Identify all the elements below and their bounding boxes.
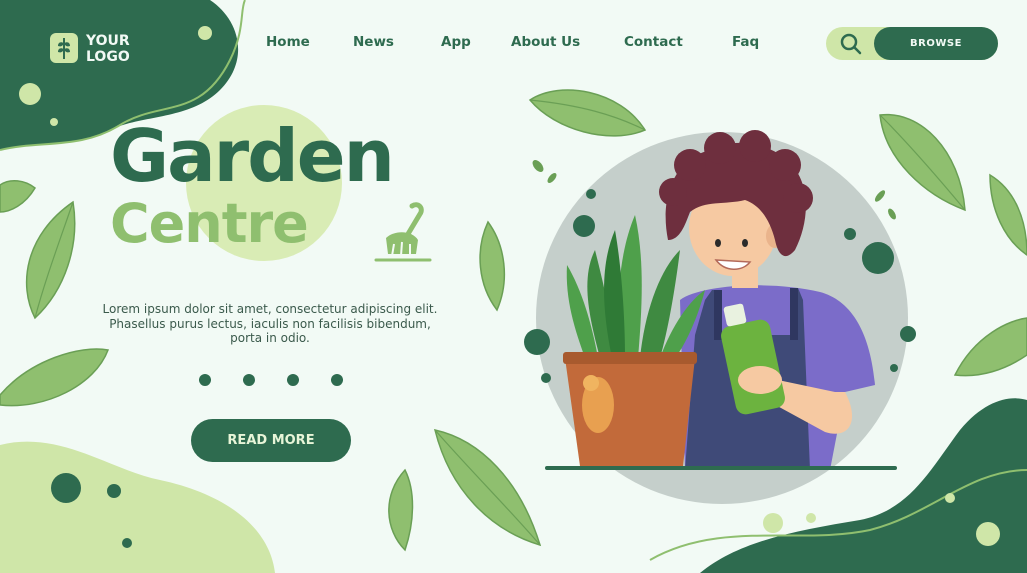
nav-app[interactable]: App (441, 34, 471, 50)
slider-dot[interactable] (287, 374, 299, 386)
nav-faq[interactable]: Faq (732, 34, 759, 50)
logo-line2: LOGO (86, 49, 130, 65)
wheat-leaf-icon (50, 33, 78, 63)
hero-title-line1: Garden (110, 114, 395, 198)
garden-fork-icon (374, 202, 432, 262)
read-more-button[interactable]: READ MORE (191, 419, 351, 462)
slider-dot[interactable] (243, 374, 255, 386)
hero-description: Lorem ipsum dolor sit amet, consectetur … (102, 302, 438, 345)
ground-line (545, 466, 897, 470)
search-icon[interactable] (838, 31, 864, 57)
hero-title-line2: Centre (110, 192, 309, 255)
slider-dot[interactable] (199, 374, 211, 386)
gardener-illustration (524, 130, 916, 504)
nav-home[interactable]: Home (266, 34, 310, 50)
nav-contact[interactable]: Contact (624, 34, 683, 50)
slider-dot[interactable] (331, 374, 343, 386)
browse-button[interactable]: BROWSE (874, 27, 998, 60)
logo-line1: YOUR (86, 33, 130, 49)
logo[interactable]: YOUR LOGO (86, 33, 130, 65)
nav-about-us[interactable]: About Us (511, 34, 580, 50)
nav-news[interactable]: News (353, 34, 394, 50)
